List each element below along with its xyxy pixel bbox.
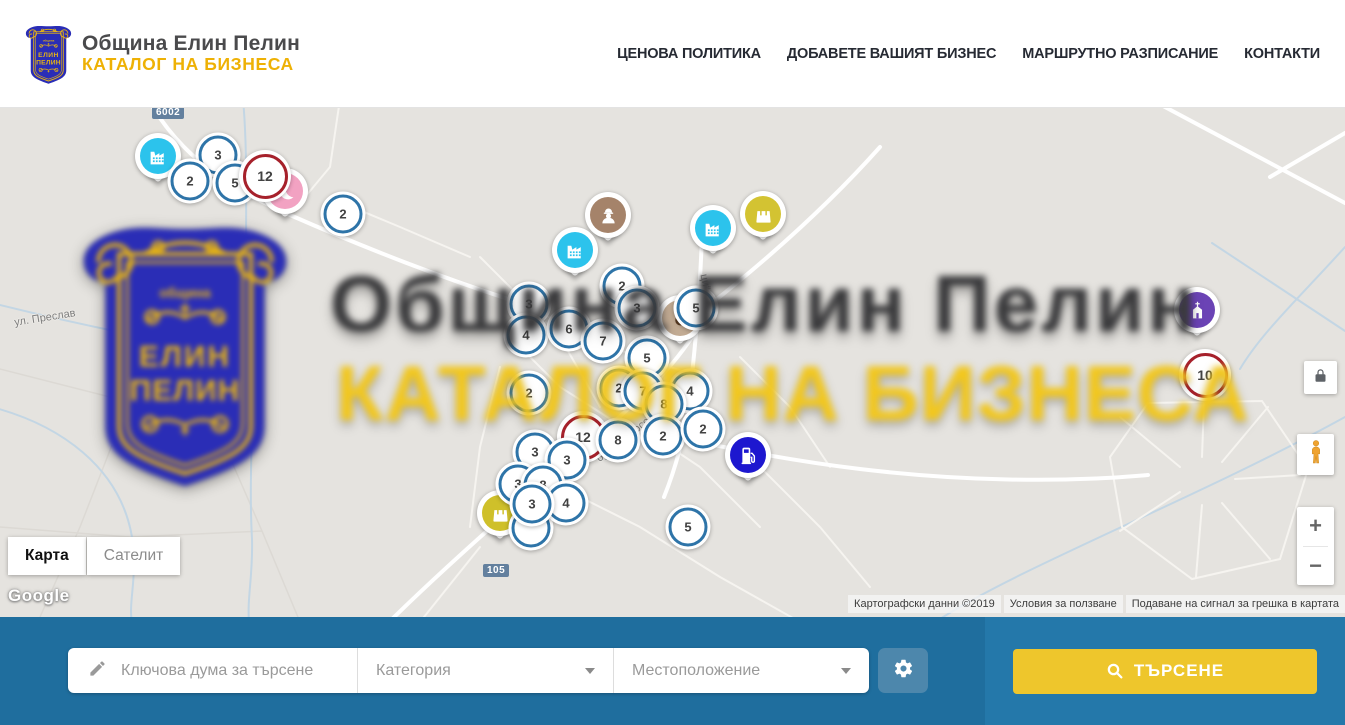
chevron-down-icon: [841, 668, 851, 674]
map-pin-bag[interactable]: [740, 191, 786, 237]
street-view-pegman-button[interactable]: [1297, 434, 1334, 475]
site-subtitle: КАТАЛОГ НА БИЗНЕСА: [82, 55, 300, 75]
cluster-count: 12: [243, 154, 288, 199]
search-icon: [1106, 662, 1124, 680]
cluster-count: 2: [644, 417, 683, 456]
map-type-satellite-button[interactable]: Сателит: [87, 537, 180, 575]
cluster-count: 5: [677, 289, 716, 328]
map-pin-church[interactable]: [1174, 287, 1220, 333]
cluster-count: 2: [510, 374, 549, 413]
pin-bubble: [690, 205, 736, 251]
cluster-count: 7: [584, 322, 623, 361]
cluster-count: 2: [324, 195, 363, 234]
gear-icon: [893, 658, 914, 684]
cluster-count: 4: [507, 316, 546, 355]
pencil-icon: [88, 659, 107, 683]
map-type-control: Карта Сателит: [8, 537, 180, 575]
site-title: Община Елин Пелин: [82, 32, 300, 56]
map-cluster-marker[interactable]: 5: [674, 286, 719, 331]
nav-item-2[interactable]: ДОБАВЕТЕ ВАШИЯТ БИЗНЕС: [787, 46, 996, 62]
cluster-count: 5: [669, 508, 708, 547]
map-cluster-marker[interactable]: 12: [239, 150, 291, 202]
map-pin-factory[interactable]: [690, 205, 736, 251]
pin-bubble: [740, 191, 786, 237]
municipality-crest-logo: [25, 24, 72, 84]
map-cluster-marker[interactable]: 2: [641, 414, 686, 459]
map-cluster-marker[interactable]: 3: [510, 482, 555, 527]
map-type-map-button[interactable]: Карта: [8, 537, 86, 575]
map-pin-factory[interactable]: [552, 227, 598, 273]
pin-bubble: [552, 227, 598, 273]
location-dropdown[interactable]: Местоположение: [613, 648, 869, 693]
attribution-data-notice: Картографски данни ©2019: [848, 595, 1001, 613]
map-cluster-marker[interactable]: 5: [666, 505, 711, 550]
cluster-count: 2: [171, 162, 210, 201]
pin-bubble: [725, 432, 771, 478]
map-cluster-marker[interactable]: 4: [504, 313, 549, 358]
google-logo[interactable]: Google: [8, 586, 70, 606]
map-cluster-marker[interactable]: 8: [596, 418, 641, 463]
map-cluster-marker[interactable]: 10: [1179, 349, 1231, 401]
map-pin-fuel[interactable]: [725, 432, 771, 478]
location-dropdown-label: Местоположение: [632, 662, 760, 680]
keyword-section: [68, 648, 357, 693]
map-cluster-marker[interactable]: 3: [615, 286, 660, 331]
keyword-search-input[interactable]: [119, 661, 323, 681]
map-cluster-marker[interactable]: 2: [321, 192, 366, 237]
pegman-icon: [1305, 439, 1327, 470]
pin-bubble: [1174, 287, 1220, 333]
search-button[interactable]: ТЪРСЕНЕ: [1013, 649, 1317, 694]
zoom-control: + −: [1297, 507, 1334, 585]
church-icon: [1179, 292, 1215, 328]
cluster-count: 3: [513, 485, 552, 524]
nav-item-3[interactable]: МАРШРУТНО РАЗПИСАНИЕ: [1022, 46, 1218, 62]
brand[interactable]: Община Елин Пелин КАТАЛОГ НА БИЗНЕСА: [25, 24, 300, 84]
cluster-count: 8: [599, 421, 638, 460]
search-bar: Категория Местоположение ТЪРСЕНЕ: [0, 617, 1345, 725]
map-cluster-marker[interactable]: 2: [681, 407, 726, 452]
factory-icon: [695, 210, 731, 246]
zoom-out-button[interactable]: −: [1297, 547, 1334, 586]
category-dropdown[interactable]: Категория: [357, 648, 613, 693]
map-cluster-marker[interactable]: 7: [581, 319, 626, 364]
nav-item-1[interactable]: ЦЕНОВА ПОЛИТИКА: [617, 46, 761, 62]
cluster-count: 2: [684, 410, 723, 449]
attribution-report-link[interactable]: Подаване на сигнал за грешка в картата: [1126, 595, 1345, 613]
search-settings-button[interactable]: [878, 648, 928, 693]
factory-icon: [557, 232, 593, 268]
search-bar-right-panel: ТЪРСЕНЕ: [985, 617, 1345, 725]
search-bar-left-panel: Категория Местоположение: [0, 617, 985, 725]
page: община ЕЛИН ПЕЛИН 6002105ул. Преславбул.…: [0, 0, 1345, 725]
chevron-down-icon: [585, 668, 595, 674]
map-attribution: Картографски данни ©2019 Условия за полз…: [848, 595, 1345, 613]
zoom-in-button[interactable]: +: [1297, 507, 1334, 546]
attribution-terms-link[interactable]: Условия за ползване: [1004, 595, 1123, 613]
map-cluster-marker[interactable]: 2: [168, 159, 213, 204]
fuel-icon: [730, 437, 766, 473]
map-cluster-marker[interactable]: 2: [507, 371, 552, 416]
main-nav: ЦЕНОВА ПОЛИТИКА ДОБАВЕТЕ ВАШИЯТ БИЗНЕС МАР…: [617, 46, 1320, 62]
category-dropdown-label: Категория: [376, 662, 451, 680]
nav-item-4[interactable]: КОНТАКТИ: [1244, 46, 1320, 62]
bag-icon: [745, 196, 781, 232]
header: Община Елин Пелин КАТАЛОГ НА БИЗНЕСА ЦЕН…: [0, 0, 1345, 108]
search-pill: Категория Местоположение: [68, 648, 869, 693]
search-button-label: ТЪРСЕНЕ: [1134, 661, 1224, 681]
cluster-count: 3: [618, 289, 657, 328]
map-lock-button[interactable]: [1304, 361, 1337, 394]
lock-icon: [1313, 368, 1328, 388]
cluster-count: 10: [1183, 353, 1228, 398]
